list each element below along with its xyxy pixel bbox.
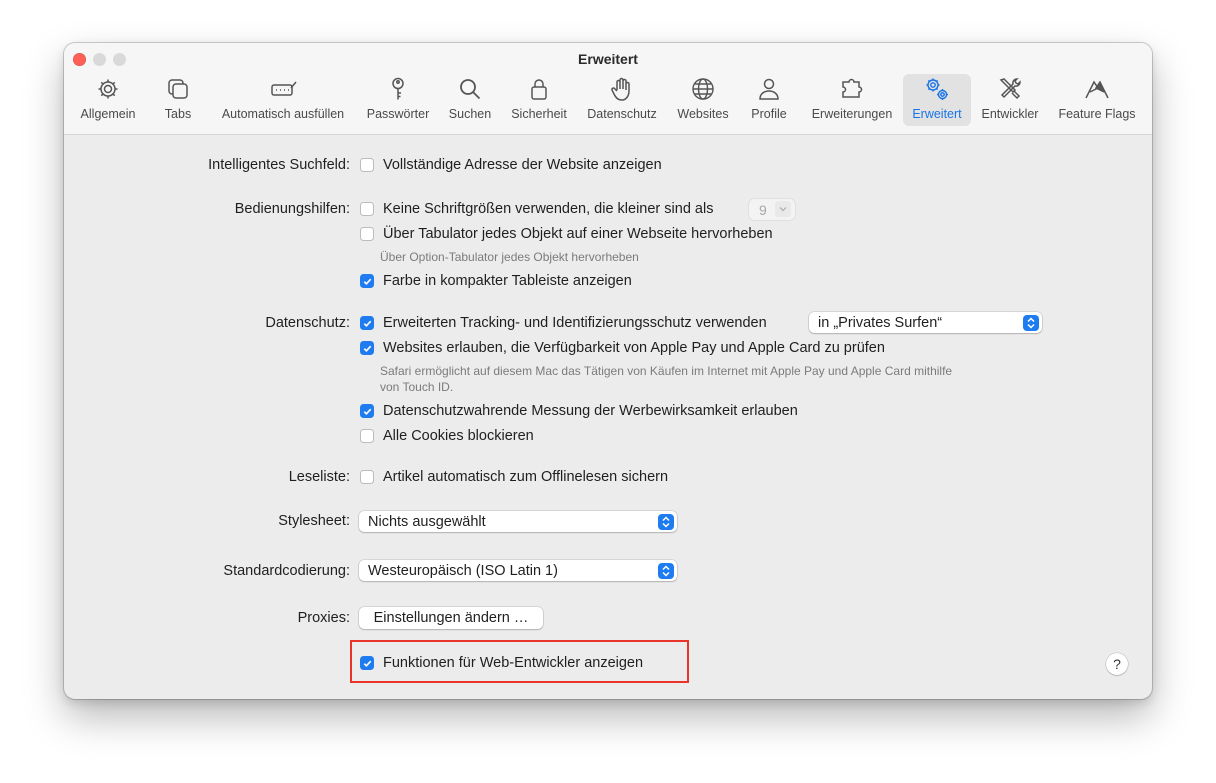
- block-cookies-option[interactable]: Alle Cookies blockieren: [360, 428, 534, 444]
- tab-highlight-label: Über Tabulator jedes Objekt auf einer We…: [383, 226, 773, 242]
- offline-reading-checkbox[interactable]: [360, 470, 374, 484]
- min-font-size-value: 9: [759, 201, 767, 218]
- tab-label: Automatisch ausfüllen: [221, 107, 345, 121]
- apple-pay-checkbox[interactable]: [360, 341, 374, 355]
- tab-label: Profile: [751, 107, 787, 121]
- tracking-option[interactable]: Erweiterten Tracking- und Identifizierun…: [360, 315, 767, 331]
- tab-label: Erweiterungen: [811, 107, 893, 121]
- key-icon: [378, 74, 418, 104]
- change-proxy-settings-button[interactable]: Einstellungen ändern …: [359, 607, 543, 629]
- privacy-label: Datenschutz:: [265, 315, 350, 331]
- apple-pay-option[interactable]: Websites erlauben, die Verfügbarkeit von…: [360, 340, 885, 356]
- tab-allgemein[interactable]: Allgemein: [75, 74, 141, 126]
- tab-label: Entwickler: [981, 107, 1039, 121]
- tab-label: Suchen: [448, 107, 492, 121]
- tabs-icon: [158, 74, 198, 104]
- stylesheet-label: Stylesheet:: [278, 513, 350, 529]
- full-address-label: Vollständige Adresse der Website anzeige…: [383, 157, 662, 173]
- hand-icon: [602, 74, 642, 104]
- chevron-down-icon: [775, 201, 791, 217]
- ad-measurement-option[interactable]: Datenschutzwahrende Messung der Werbewir…: [360, 403, 798, 419]
- puzzle-icon: [832, 74, 872, 104]
- apple-pay-hint: Safari ermöglicht auf diesem Mac das Tät…: [380, 364, 953, 378]
- checkmark-icon: [363, 345, 371, 352]
- encoding-value: Westeuropäisch (ISO Latin 1): [368, 562, 558, 579]
- apple-pay-hint-line2: von Touch ID.: [380, 380, 454, 394]
- lock-icon: [519, 74, 559, 104]
- proxies-label: Proxies:: [297, 610, 350, 626]
- tab-websites[interactable]: Websites: [671, 74, 735, 126]
- compact-color-label: Farbe in kompakter Tableiste anzeigen: [383, 273, 632, 289]
- search-icon: [450, 74, 490, 104]
- window-title: Erweitert: [578, 51, 638, 67]
- globe-icon: [683, 74, 723, 104]
- compact-color-option[interactable]: Farbe in kompakter Tableiste anzeigen: [360, 273, 632, 289]
- tracking-checkbox[interactable]: [360, 316, 374, 330]
- gears-icon: [917, 74, 957, 104]
- min-font-size-select[interactable]: 9: [749, 199, 795, 220]
- tab-automatisch-ausfuellen[interactable]: Automatisch ausfüllen: [215, 74, 351, 126]
- full-address-option[interactable]: Vollständige Adresse der Website anzeige…: [360, 157, 662, 173]
- tab-passwoerter[interactable]: Passwörter: [362, 74, 434, 126]
- toolbar: Erweitert Allgemein Tabs Automatisch aus…: [64, 43, 1152, 135]
- apple-pay-label: Websites erlauben, die Verfügbarkeit von…: [383, 340, 885, 356]
- tab-label: Tabs: [164, 107, 192, 121]
- tab-highlight-hint: Über Option-Tabulator jedes Objekt hervo…: [380, 250, 639, 264]
- tab-label: Passwörter: [366, 107, 430, 121]
- reading-list-label: Leseliste:: [288, 469, 350, 485]
- tracking-scope-value: in „Privates Surfen“: [818, 314, 943, 331]
- tab-datenschutz[interactable]: Datenschutz: [582, 74, 662, 126]
- offline-reading-label: Artikel automatisch zum Offlinelesen sic…: [383, 469, 669, 485]
- tab-label: Websites: [677, 107, 729, 121]
- ad-measurement-checkbox[interactable]: [360, 404, 374, 418]
- gear-icon: [88, 74, 128, 104]
- compact-color-checkbox[interactable]: [360, 274, 374, 288]
- block-cookies-label: Alle Cookies blockieren: [383, 428, 534, 444]
- highlight-box: [350, 640, 689, 683]
- min-font-label: Keine Schriftgrößen verwenden, die klein…: [383, 201, 714, 217]
- stylesheet-select[interactable]: Nichts ausgewählt: [359, 511, 677, 532]
- min-font-checkbox[interactable]: [360, 202, 374, 216]
- tab-sicherheit[interactable]: Sicherheit: [505, 74, 573, 126]
- updown-arrows-icon: [658, 514, 674, 530]
- tab-tabs[interactable]: Tabs: [155, 74, 201, 126]
- encoding-label: Standardcodierung:: [223, 563, 350, 579]
- tracking-scope-select[interactable]: in „Privates Surfen“: [809, 312, 1042, 333]
- stylesheet-value: Nichts ausgewählt: [368, 513, 486, 530]
- tab-label: Feature Flags: [1058, 107, 1136, 121]
- offline-reading-option[interactable]: Artikel automatisch zum Offlinelesen sic…: [360, 469, 668, 485]
- tab-label: Sicherheit: [511, 107, 567, 121]
- ad-measurement-label: Datenschutzwahrende Messung der Werbewir…: [383, 403, 798, 419]
- checkmark-icon: [363, 320, 371, 327]
- tab-profile[interactable]: Profile: [744, 74, 794, 126]
- preferences-window: Erweitert Allgemein Tabs Automatisch aus…: [64, 43, 1152, 699]
- smart-search-label: Intelligentes Suchfeld:: [208, 157, 350, 173]
- tab-highlight-checkbox[interactable]: [360, 227, 374, 241]
- autofill-icon: [263, 74, 303, 104]
- block-cookies-checkbox[interactable]: [360, 429, 374, 443]
- min-font-option[interactable]: Keine Schriftgrößen verwenden, die klein…: [360, 201, 713, 217]
- tracking-label: Erweiterten Tracking- und Identifizierun…: [383, 315, 767, 331]
- accessibility-label: Bedienungshilfen:: [234, 201, 350, 217]
- tab-entwickler[interactable]: Entwickler: [976, 74, 1044, 126]
- flags-icon: [1077, 74, 1117, 104]
- tools-icon: [990, 74, 1030, 104]
- checkmark-icon: [363, 278, 371, 285]
- encoding-select[interactable]: Westeuropäisch (ISO Latin 1): [359, 560, 677, 581]
- tab-suchen[interactable]: Suchen: [444, 74, 496, 126]
- tab-erweiterungen[interactable]: Erweiterungen: [804, 74, 900, 126]
- tab-highlight-option[interactable]: Über Tabulator jedes Objekt auf einer We…: [360, 226, 773, 242]
- tab-feature-flags[interactable]: Feature Flags: [1052, 74, 1142, 126]
- updown-arrows-icon: [658, 563, 674, 579]
- tab-label: Allgemein: [80, 107, 136, 121]
- tab-label: Datenschutz: [587, 107, 657, 121]
- checkmark-icon: [363, 408, 371, 415]
- tab-erweitert[interactable]: Erweitert: [903, 74, 971, 126]
- tab-label: Erweitert: [912, 107, 962, 121]
- full-address-checkbox[interactable]: [360, 158, 374, 172]
- person-icon: [749, 74, 789, 104]
- settings-pane: Intelligentes Suchfeld: Vollständige Adr…: [64, 135, 1152, 699]
- updown-arrows-icon: [1023, 315, 1039, 331]
- help-button[interactable]: ?: [1106, 653, 1128, 675]
